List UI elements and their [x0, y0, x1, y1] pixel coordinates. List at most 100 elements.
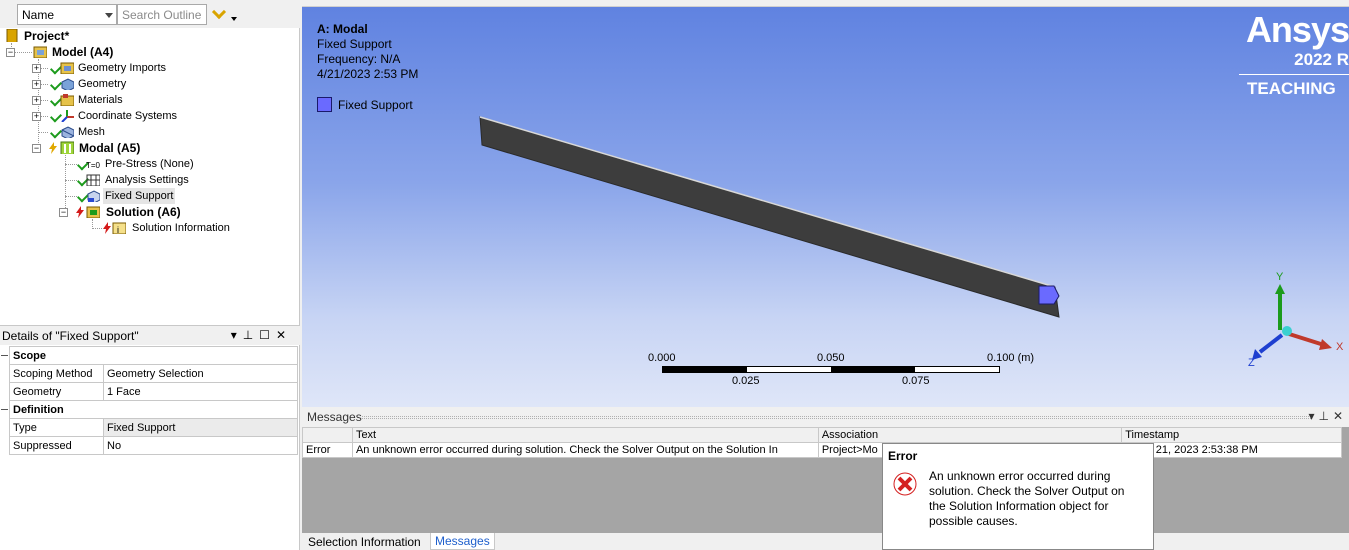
- axis-triad[interactable]: Y X Z: [1248, 271, 1344, 369]
- maximize-icon[interactable]: ☐: [259, 328, 276, 342]
- outline-search-input[interactable]: Search Outline: [117, 4, 207, 25]
- pane-grip[interactable]: [362, 416, 1311, 419]
- pre-stress-icon: T=0: [86, 161, 100, 170]
- tree-line: [40, 84, 48, 85]
- lightning-icon: [76, 206, 84, 218]
- error-tooltip-message: An unknown error occurred during solutio…: [929, 469, 1125, 528]
- tab-selection-information[interactable]: Selection Information: [308, 535, 421, 549]
- dropdown-icon[interactable]: ▾: [1308, 409, 1318, 423]
- category-row[interactable]: Scope: [9, 346, 298, 365]
- z-axis: [1258, 333, 1284, 354]
- property-value[interactable]: Geometry Selection: [103, 364, 298, 383]
- scale-tick-label: 0.000: [648, 352, 676, 364]
- error-tooltip: Error An unknown error occurred during s…: [882, 443, 1154, 550]
- close-icon[interactable]: ✕: [1333, 409, 1347, 423]
- close-icon[interactable]: ✕: [276, 328, 292, 342]
- tab-messages[interactable]: Messages: [430, 533, 495, 550]
- geometry-imports-icon: [60, 62, 74, 74]
- x-axis: [1285, 331, 1325, 347]
- error-icon: [893, 472, 917, 496]
- tree-item-label: Pre-Stress (None): [105, 158, 194, 170]
- collapse-icon[interactable]: −: [32, 144, 41, 153]
- severity-column-header[interactable]: [302, 427, 353, 443]
- tree-item-label: Analysis Settings: [105, 174, 189, 186]
- dropdown-arrow-icon: [231, 17, 237, 21]
- tree-line: [40, 116, 48, 117]
- z-axis-label: Z: [1248, 357, 1255, 369]
- category-label: Scope: [9, 346, 298, 365]
- property-key: Scoping Method: [9, 364, 104, 383]
- expand-icon[interactable]: +: [32, 80, 41, 89]
- property-row[interactable]: Suppressed No: [9, 436, 298, 455]
- tree-item-label: Modal (A5): [79, 141, 141, 155]
- collapse-icon[interactable]: −: [59, 208, 68, 217]
- collapse-icon[interactable]: [1, 409, 8, 410]
- dropdown-icon[interactable]: ▾: [231, 328, 243, 342]
- scale-tick-label: 0.100 (m): [987, 352, 1035, 364]
- column-header[interactable]: Association: [817, 427, 1123, 443]
- tree-item-label: Solution (A6): [106, 205, 181, 219]
- tree-item-label: Materials: [78, 94, 123, 106]
- project-icon: [6, 29, 18, 42]
- scale-bar: [662, 366, 1000, 373]
- model-geometry[interactable]: Y X Z: [302, 0, 1349, 407]
- graphics-viewport[interactable]: A: Modal Fixed Support Frequency: N/A 4/…: [302, 0, 1349, 407]
- tree-line: [92, 228, 102, 229]
- outline-pane: Name Search Outline Project* − Model (A4…: [0, 0, 300, 325]
- error-tooltip-title: Error: [888, 449, 918, 463]
- coordinate-systems-icon: [61, 110, 74, 122]
- beam-body[interactable]: [479, 116, 1060, 318]
- pin-icon[interactable]: ⊥: [243, 328, 259, 342]
- solution-information-icon: i: [112, 222, 126, 234]
- search-options-button[interactable]: [211, 4, 237, 24]
- expand-icon[interactable]: +: [32, 96, 41, 105]
- category-label: Definition: [9, 400, 298, 419]
- tree-line: [40, 100, 48, 101]
- property-value[interactable]: No: [103, 436, 298, 455]
- message-timestamp: , April 21, 2023 2:53:38 PM: [1121, 442, 1342, 458]
- analysis-settings-icon: [86, 174, 100, 186]
- expand-icon[interactable]: +: [32, 112, 41, 121]
- property-row[interactable]: Scoping Method Geometry Selection: [9, 364, 298, 383]
- collapse-icon[interactable]: [1, 355, 8, 356]
- column-header[interactable]: Timestamp: [1121, 427, 1342, 443]
- fixed-support-icon: [87, 190, 100, 202]
- fixed-support-face[interactable]: [1038, 285, 1060, 305]
- collapse-icon[interactable]: −: [6, 48, 15, 57]
- geometry-icon: [61, 78, 74, 90]
- table-row[interactable]: Error An unknown error occurred during s…: [302, 442, 1342, 458]
- tree-line: [65, 180, 77, 181]
- pane-controls: ▾⊥☐✕: [231, 328, 292, 342]
- outline-filter-select[interactable]: Name: [17, 4, 117, 25]
- scale-segment: [831, 367, 915, 372]
- messages-pane: Messages ▾⊥✕ Text Association Timestamp …: [302, 407, 1349, 533]
- x-arrow-icon: [1319, 339, 1332, 350]
- details-header: Details of "Fixed Support" ▾⊥☐✕: [0, 325, 300, 345]
- property-row[interactable]: Geometry 1 Face: [9, 382, 298, 401]
- materials-icon: [60, 94, 74, 106]
- lightning-icon: [103, 222, 111, 234]
- scale-segment: [915, 367, 999, 372]
- beam-edge: [479, 116, 1056, 288]
- mesh-icon: [61, 126, 74, 138]
- property-value[interactable]: 1 Face: [103, 382, 298, 401]
- pin-icon[interactable]: ⊥: [1318, 409, 1332, 423]
- property-row[interactable]: Type Fixed Support: [9, 418, 298, 437]
- column-header[interactable]: Text: [351, 427, 819, 443]
- outline-toolbar: Name Search Outline: [0, 0, 300, 28]
- lightning-icon: [49, 142, 57, 154]
- category-row[interactable]: Definition: [9, 400, 298, 419]
- properties-table: Scope Scoping Method Geometry Selection …: [9, 346, 298, 455]
- svg-text:i: i: [117, 225, 119, 234]
- message-text: An unknown error occurred during solutio…: [351, 442, 819, 458]
- tree-item-label: Fixed Support: [103, 188, 176, 204]
- tree-item-label: Geometry Imports: [78, 62, 167, 74]
- tree-line: [65, 196, 77, 197]
- property-value[interactable]: Fixed Support: [103, 418, 298, 437]
- expand-icon[interactable]: +: [32, 64, 41, 73]
- message-severity: Error: [302, 442, 353, 458]
- details-title: Details of "Fixed Support": [2, 329, 139, 343]
- scale-segment: [663, 367, 747, 372]
- y-arrow-icon: [1275, 284, 1285, 294]
- solution-icon: [86, 206, 100, 218]
